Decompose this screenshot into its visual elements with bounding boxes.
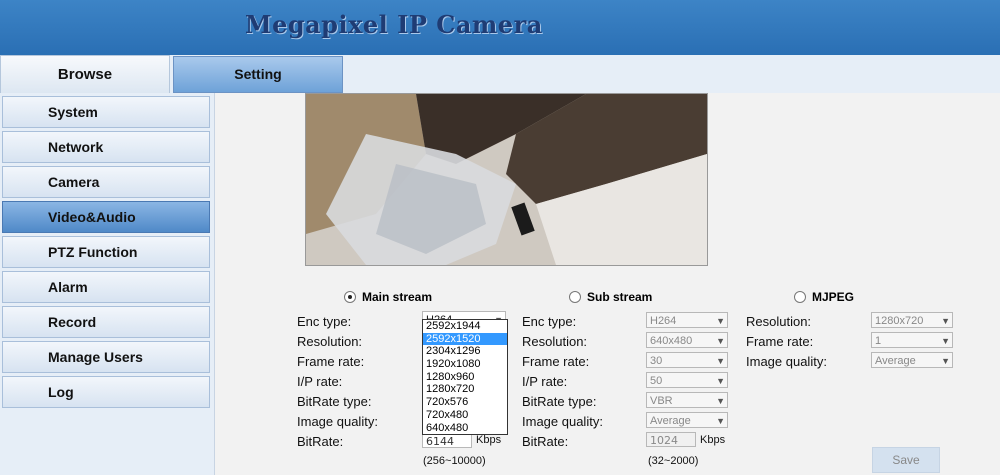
sidebar-item-manage-users[interactable]: Manage Users xyxy=(2,341,210,373)
sub-stream-label: Sub stream xyxy=(587,290,653,304)
mjpeg-resolution-select[interactable]: 1280x720 ▼ xyxy=(871,312,953,328)
main-bitrate-range: (256~10000) xyxy=(423,455,486,467)
sidebar-item-label: Manage Users xyxy=(48,349,143,365)
main-stream-radio[interactable] xyxy=(344,291,356,303)
chevron-down-icon: ▼ xyxy=(716,316,725,326)
sidebar-item-label: Network xyxy=(48,139,104,155)
sub-bitrate-type-select[interactable]: VBR ▼ xyxy=(646,392,728,408)
sidebar-item-network[interactable]: Network xyxy=(2,131,210,163)
mjpeg-frame-rate-select[interactable]: 1 ▼ xyxy=(871,332,953,348)
mjpeg-resolution-value: 1280x720 xyxy=(875,315,924,327)
sub-ip-rate-select[interactable]: 50 ▼ xyxy=(646,372,728,388)
sub-enc-type-value: H264 xyxy=(650,315,677,327)
sub-resolution-label: Resolution: xyxy=(522,334,588,349)
sub-bitrate-unit: Kbps xyxy=(700,434,726,446)
main-resolution-label: Resolution: xyxy=(297,334,363,349)
sidebar-item-record[interactable]: Record xyxy=(2,306,210,338)
sub-resolution-select[interactable]: 640x480 ▼ xyxy=(646,332,728,348)
resolution-option[interactable]: 640x480 xyxy=(423,422,507,435)
sub-frame-rate-label: Frame rate: xyxy=(522,354,590,369)
sidebar-item-label: Record xyxy=(48,314,97,330)
sidebar: System Network Camera Video&Audio PTZ Fu… xyxy=(0,93,215,475)
mjpeg-frame-rate-label: Frame rate: xyxy=(746,334,814,349)
sidebar-item-log[interactable]: Log xyxy=(2,376,210,408)
sub-bitrate-type-value: VBR xyxy=(650,395,673,407)
sidebar-item-label: Camera xyxy=(48,174,100,190)
sidebar-item-label: Log xyxy=(48,384,74,400)
sub-frame-rate-select[interactable]: 30 ▼ xyxy=(646,352,728,368)
main-stream-label: Main stream xyxy=(362,290,433,304)
main-bitrate-unit: Kbps xyxy=(476,434,502,446)
chevron-down-icon: ▼ xyxy=(716,356,725,366)
save-button[interactable]: Save xyxy=(872,447,940,473)
sub-image-quality-label: Image quality: xyxy=(522,414,603,429)
sub-stream-radio[interactable] xyxy=(569,291,581,303)
chevron-down-icon: ▼ xyxy=(716,396,725,406)
sidebar-item-label: PTZ Function xyxy=(48,244,138,260)
app-title: Megapixel IP Camera xyxy=(245,10,543,39)
resolution-option[interactable]: 720x576 xyxy=(423,396,507,409)
chevron-down-icon: ▼ xyxy=(716,336,725,346)
sub-resolution-value: 640x480 xyxy=(650,335,693,347)
mjpeg-option[interactable]: MJPEG xyxy=(794,290,854,304)
sidebar-item-alarm[interactable]: Alarm xyxy=(2,271,210,303)
sub-ip-rate-label: I/P rate: xyxy=(522,374,568,389)
resolution-option[interactable]: 2592x1520 xyxy=(423,332,507,346)
chevron-down-icon: ▼ xyxy=(716,416,725,426)
sidebar-item-label: Video&Audio xyxy=(48,209,136,225)
resolution-option[interactable]: 1280x960 xyxy=(423,371,507,384)
mjpeg-label: MJPEG xyxy=(812,290,855,304)
chevron-down-icon: ▼ xyxy=(716,376,725,386)
tab-setting[interactable]: Setting xyxy=(173,56,343,93)
main-frame-rate-label: Frame rate: xyxy=(297,354,365,369)
resolution-option[interactable]: 1920x1080 xyxy=(423,358,507,371)
sub-enc-type-label: Enc type: xyxy=(522,314,577,329)
sub-ip-rate-value: 50 xyxy=(650,375,663,387)
sidebar-item-label: System xyxy=(48,104,98,120)
sub-bitrate-type-label: BitRate type: xyxy=(522,394,597,409)
sidebar-item-system[interactable]: System xyxy=(2,96,210,128)
video-preview xyxy=(305,93,708,266)
sidebar-item-ptz-function[interactable]: PTZ Function xyxy=(2,236,210,268)
main-resolution-dropdown[interactable]: 2592x1944 2592x1520 2304x1296 1920x1080 … xyxy=(422,319,508,436)
main-bitrate-label: BitRate: xyxy=(297,434,344,449)
resolution-option[interactable]: 2304x1296 xyxy=(423,345,507,358)
mjpeg-image-quality-label: Image quality: xyxy=(746,354,827,369)
main-bitrate-type-label: BitRate type: xyxy=(297,394,372,409)
top-tabs: Browse Setting xyxy=(0,55,1000,94)
main-stream-option[interactable]: Main stream xyxy=(344,290,432,304)
sidebar-item-video-audio[interactable]: Video&Audio xyxy=(2,201,210,233)
tab-browse[interactable]: Browse xyxy=(0,55,170,94)
resolution-option[interactable]: 1280x720 xyxy=(423,383,507,396)
resolution-option[interactable]: 720x480 xyxy=(423,409,507,422)
sub-image-quality-value: Average xyxy=(650,415,691,427)
main-ip-rate-label: I/P rate: xyxy=(297,374,343,389)
main-enc-type-label: Enc type: xyxy=(297,314,352,329)
sub-enc-type-select[interactable]: H264 ▼ xyxy=(646,312,728,328)
chevron-down-icon: ▼ xyxy=(941,356,950,366)
header-bar: Megapixel IP Camera xyxy=(0,0,1000,55)
sub-bitrate-label: BitRate: xyxy=(522,434,569,449)
mjpeg-image-quality-select[interactable]: Average ▼ xyxy=(871,352,953,368)
sidebar-item-camera[interactable]: Camera xyxy=(2,166,210,198)
sub-stream-option[interactable]: Sub stream xyxy=(569,290,652,304)
main-image-quality-label: Image quality: xyxy=(297,414,378,429)
mjpeg-radio[interactable] xyxy=(794,291,806,303)
chevron-down-icon: ▼ xyxy=(941,336,950,346)
camera-frame-image xyxy=(306,94,707,265)
resolution-option[interactable]: 2592x1944 xyxy=(423,320,507,333)
mjpeg-frame-rate-value: 1 xyxy=(875,335,882,347)
sidebar-item-label: Alarm xyxy=(48,279,88,295)
mjpeg-image-quality-value: Average xyxy=(875,355,916,367)
mjpeg-resolution-label: Resolution: xyxy=(746,314,812,329)
sub-frame-rate-value: 30 xyxy=(650,355,663,367)
sub-image-quality-select[interactable]: Average ▼ xyxy=(646,412,728,428)
main-bitrate-input[interactable]: 6144 xyxy=(422,433,472,448)
sub-bitrate-input[interactable]: 1024 xyxy=(646,432,696,447)
sub-bitrate-range: (32~2000) xyxy=(648,455,699,467)
chevron-down-icon: ▼ xyxy=(941,316,950,326)
